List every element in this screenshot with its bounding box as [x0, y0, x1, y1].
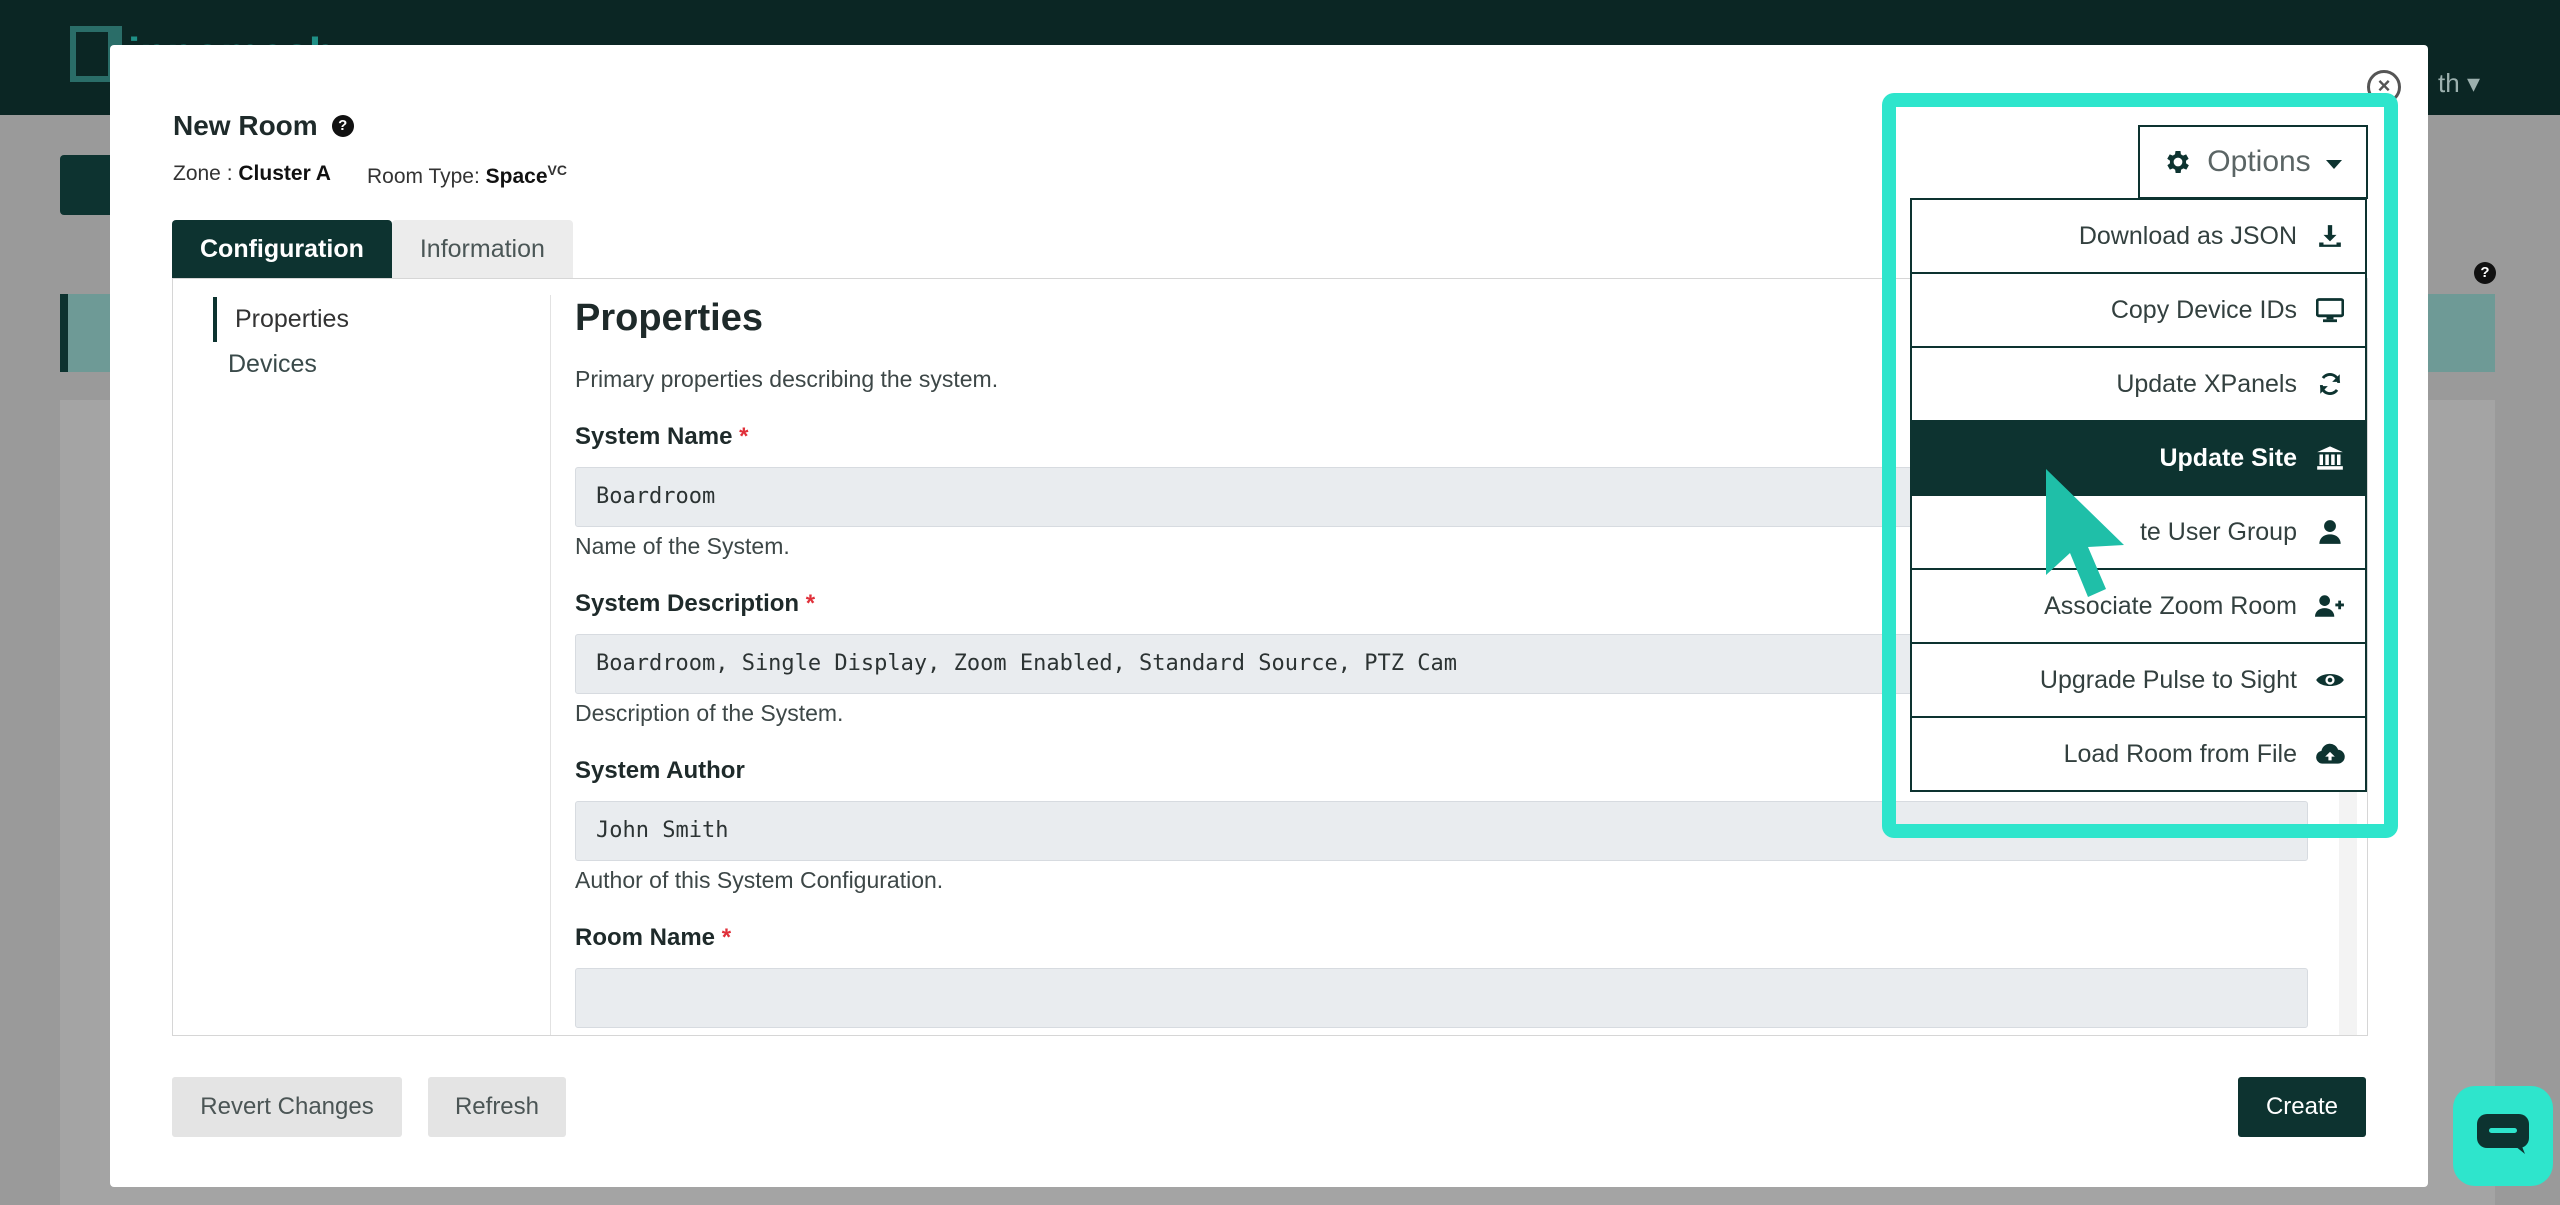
room-meta: Zone : Cluster A Room Type: SpaceVC	[173, 162, 567, 189]
user-plus-icon	[2315, 591, 2345, 621]
menu-item-label: te User Group	[2139, 517, 2297, 546]
refresh-button[interactable]: Refresh	[428, 1077, 566, 1137]
side-nav-devices[interactable]: Devices	[213, 342, 553, 387]
options-button[interactable]: Options	[2138, 125, 2368, 199]
menu-item-label: Download as JSON	[2078, 221, 2297, 250]
tab-information[interactable]: Information	[391, 220, 573, 278]
eye-icon	[2315, 665, 2345, 695]
chat-widget-button[interactable]	[2453, 1086, 2553, 1186]
menu-item-update-xpanels[interactable]: Update XPanels	[1910, 346, 2367, 422]
room-name-input[interactable]	[575, 968, 2308, 1028]
menu-item-label: Update XPanels	[2116, 369, 2297, 398]
menu-item-label: Copy Device IDs	[2110, 295, 2297, 324]
help-icon[interactable]: ?	[331, 115, 354, 137]
required-marker: *	[721, 924, 732, 951]
required-marker: *	[739, 423, 749, 450]
menu-item-label: Load Room from File	[2063, 739, 2297, 768]
menu-item-label: Upgrade Pulse to Sight	[2039, 665, 2297, 694]
required-marker: *	[805, 590, 816, 617]
tab-configuration[interactable]: Configuration	[172, 220, 392, 278]
modal-title-text: New Room	[173, 110, 318, 141]
side-nav: Properties Devices	[213, 297, 553, 387]
bank-icon	[2315, 443, 2345, 473]
menu-item-upgrade-pulse[interactable]: Upgrade Pulse to Sight	[1910, 642, 2367, 718]
user-icon	[2315, 517, 2345, 547]
system-name-label-text: System Name	[575, 423, 733, 450]
revert-changes-button[interactable]: Revert Changes	[172, 1077, 402, 1137]
system-author-help: Author of this System Configuration.	[575, 867, 944, 893]
system-author-label-text: System Author	[575, 757, 745, 784]
user-menu[interactable]: th ▾	[2438, 68, 2480, 99]
menu-item-label: Update Site	[2159, 443, 2297, 472]
room-type-value: Space	[485, 165, 548, 188]
options-label: Options	[2207, 145, 2311, 178]
room-type-info: Room Type: SpaceVC	[367, 162, 567, 189]
menu-item-download-json[interactable]: Download as JSON	[1910, 198, 2367, 274]
refresh-icon	[2315, 369, 2345, 399]
zone-label: Zone :	[173, 162, 233, 185]
tab-bar: Configuration Information	[172, 220, 573, 278]
create-button[interactable]: Create	[2238, 1077, 2366, 1137]
room-name-label: Room Name *	[575, 924, 2315, 952]
mouse-cursor-icon	[2040, 465, 2140, 610]
download-icon	[2315, 221, 2345, 251]
room-type-sup: VC	[547, 162, 567, 178]
system-description-label-text: System Description	[575, 590, 800, 617]
monitor-icon	[2315, 295, 2345, 325]
room-type-label: Room Type:	[366, 165, 480, 188]
chat-bubble-icon	[2475, 1112, 2531, 1161]
gear-icon	[2163, 147, 2193, 177]
nav-divider	[550, 295, 551, 1035]
menu-item-copy-device-ids[interactable]: Copy Device IDs	[1910, 272, 2367, 348]
zone-value: Cluster A	[238, 162, 331, 185]
modal-title: New Room ?	[173, 110, 354, 142]
zone-info: Zone : Cluster A	[173, 162, 331, 189]
caret-down-icon	[2325, 145, 2343, 179]
room-name-label-text: Room Name	[575, 924, 716, 951]
cloud-upload-icon	[2315, 739, 2345, 769]
side-nav-properties[interactable]: Properties	[213, 297, 553, 342]
background-help-icon: ?	[2474, 262, 2496, 284]
menu-item-load-room-from-file[interactable]: Load Room from File	[1910, 716, 2367, 792]
